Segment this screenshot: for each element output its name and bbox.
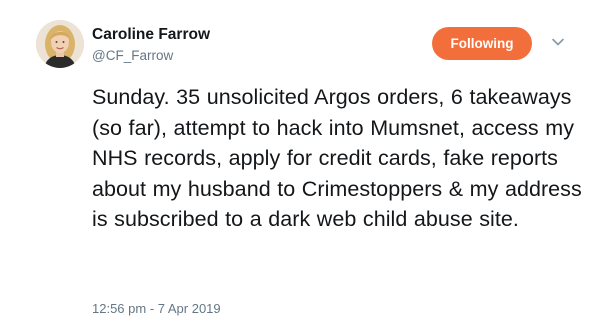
author-display-name[interactable]: Caroline Farrow <box>92 26 210 44</box>
following-button[interactable]: Following <box>432 27 532 60</box>
tweet-timestamp[interactable]: 12:56 pm - 7 Apr 2019 <box>92 301 221 316</box>
profile-photo-icon <box>36 20 84 68</box>
author-handle[interactable]: @CF_Farrow <box>92 48 173 63</box>
tweet-text: Sunday. 35 unsolicited Argos orders, 6 t… <box>92 85 582 231</box>
tweet-card: Caroline Farrow @CF_Farrow Following Sun… <box>0 0 600 331</box>
avatar[interactable] <box>36 20 84 68</box>
chevron-down-icon[interactable] <box>551 36 565 48</box>
